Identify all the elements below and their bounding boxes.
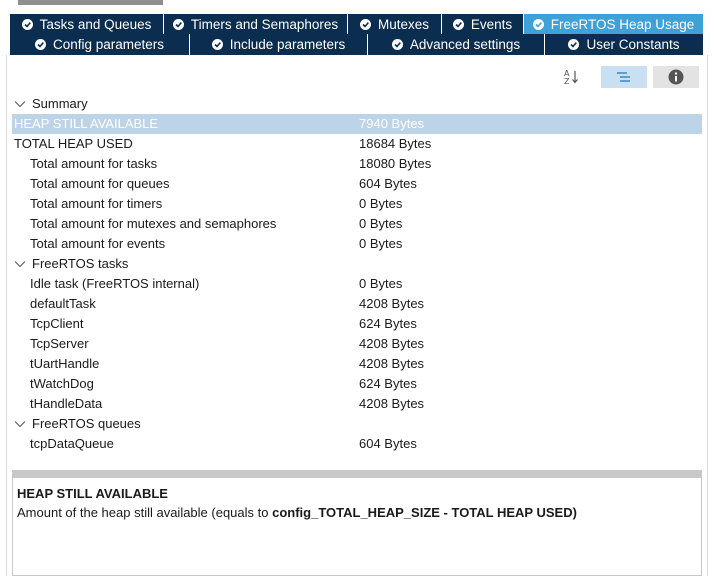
tab-row-1: Tasks and Queues Timers and Semaphores M… (10, 14, 704, 34)
chevron-down-icon[interactable] (14, 259, 26, 269)
check-circle-icon (391, 39, 403, 50)
check-circle-icon (452, 18, 464, 30)
group-label: FreeRTOS queues (32, 416, 141, 431)
tab-mutexes[interactable]: Mutexes (348, 14, 442, 34)
row-name: tWatchDog (30, 376, 94, 391)
row-name: TOTAL HEAP USED (14, 136, 133, 151)
tree-row[interactable]: tHandleData 4208 Bytes (12, 394, 702, 414)
row-name: defaultTask (30, 296, 96, 311)
list-icon (617, 72, 630, 82)
tab-user-constants[interactable]: User Constants (545, 34, 704, 55)
row-value: 0 Bytes (359, 236, 403, 251)
tab-label: User Constants (586, 37, 680, 52)
row-value: 0 Bytes (359, 276, 403, 291)
check-circle-icon (359, 18, 371, 30)
tree-row[interactable]: Total amount for tasks 18080 Bytes (12, 154, 702, 174)
row-value: 4208 Bytes (359, 336, 425, 351)
row-name: TcpServer (30, 336, 89, 351)
row-value: 4208 Bytes (359, 396, 425, 411)
row-value: 0 Bytes (359, 196, 403, 211)
info-button[interactable] (653, 66, 699, 88)
description-formula: config_TOTAL_HEAP_SIZE - TOTAL HEAP USED… (272, 505, 577, 520)
horizontal-scroll-thumb[interactable] (18, 0, 163, 5)
freertos-queues-group[interactable]: FreeRTOS queues (12, 414, 702, 434)
row-value: 18080 Bytes (359, 156, 432, 171)
check-circle-icon (34, 39, 46, 50)
row-name: Total amount for tasks (30, 156, 158, 171)
tab-label: Tasks and Queues (39, 16, 152, 32)
row-name: Idle task (FreeRTOS internal) (30, 276, 200, 291)
tab-freertos-heap-usage[interactable]: FreeRTOS Heap Usage (524, 14, 704, 34)
row-value: 624 Bytes (359, 316, 417, 331)
tab-label: FreeRTOS Heap Usage (550, 16, 695, 32)
tree-row[interactable]: Total amount for timers 0 Bytes (12, 194, 702, 214)
description-prefix: Amount of the heap still available (equa… (17, 505, 273, 520)
group-label: Summary (32, 96, 88, 111)
sort-button[interactable]: A Z (556, 66, 588, 88)
chevron-down-icon[interactable] (14, 419, 26, 429)
sort-az-icon: A Z (564, 69, 578, 85)
freertos-tasks-group[interactable]: FreeRTOS tasks (12, 254, 702, 274)
tree-row[interactable]: TcpServer 4208 Bytes (12, 334, 702, 354)
tree-row[interactable]: Total amount for mutexes and semaphores … (12, 214, 702, 234)
check-circle-icon (172, 18, 184, 30)
tab-include-parameters[interactable]: Include parameters (190, 34, 368, 55)
tab-advanced-settings[interactable]: Advanced settings (368, 34, 545, 55)
check-circle-icon (21, 18, 33, 30)
row-value: 624 Bytes (359, 376, 417, 391)
tree-row[interactable]: tUartHandle 4208 Bytes (12, 354, 702, 374)
row-value: 604 Bytes (359, 176, 417, 191)
tab-config-parameters[interactable]: Config parameters (10, 34, 190, 55)
row-value: 604 Bytes (359, 436, 417, 451)
row-name: HEAP STILL AVAILABLE (14, 116, 159, 131)
tab-row-2: Config parameters Include parameters Adv… (10, 34, 704, 55)
row-value: 7940 Bytes (359, 116, 425, 131)
tree-row[interactable]: tcpDataQueue 604 Bytes (12, 434, 702, 454)
description-title: HEAP STILL AVAILABLE (17, 486, 168, 501)
tab-timers-and-semaphores[interactable]: Timers and Semaphores (164, 14, 348, 34)
tree-row[interactable]: Total amount for queues 604 Bytes (12, 174, 702, 194)
tree-view-button[interactable] (601, 66, 647, 88)
tree-row[interactable]: Idle task (FreeRTOS internal) 0 Bytes (12, 274, 702, 294)
row-value: 0 Bytes (359, 216, 403, 231)
tab-label: Timers and Semaphores (190, 16, 339, 32)
check-circle-icon (532, 18, 544, 30)
row-name: Total amount for events (30, 236, 166, 251)
tab-label: Include parameters (229, 37, 346, 52)
row-name: Total amount for timers (30, 196, 163, 211)
description-panel: HEAP STILL AVAILABLE Amount of the heap … (12, 478, 702, 576)
description-text: Amount of the heap still available (equa… (17, 505, 697, 520)
row-value: 4208 Bytes (359, 356, 425, 371)
tree-row[interactable]: TcpClient 624 Bytes (12, 314, 702, 334)
tree-row[interactable]: defaultTask 4208 Bytes (12, 294, 702, 314)
tree-row[interactable]: tWatchDog 624 Bytes (12, 374, 702, 394)
info-icon (668, 69, 684, 85)
row-name: tHandleData (30, 396, 103, 411)
row-name: Total amount for queues (30, 176, 170, 191)
row-name: Total amount for mutexes and semaphores (30, 216, 277, 231)
summary-group[interactable]: Summary (12, 94, 702, 114)
tab-label: Advanced settings (409, 37, 521, 52)
group-label: FreeRTOS tasks (32, 256, 129, 271)
svg-text:Z: Z (564, 77, 570, 85)
panel-splitter[interactable] (12, 470, 702, 478)
tab-label: Mutexes (377, 16, 430, 32)
tab-label: Events (470, 16, 513, 32)
row-value: 4208 Bytes (359, 296, 425, 311)
tree-row[interactable]: Total amount for events 0 Bytes (12, 234, 702, 254)
tab-tasks-and-queues[interactable]: Tasks and Queues (10, 14, 164, 34)
tab-events[interactable]: Events (442, 14, 524, 34)
row-name: tcpDataQueue (30, 436, 114, 451)
row-name: TcpClient (30, 316, 84, 331)
check-circle-icon (568, 39, 580, 50)
tab-label: Config parameters (52, 37, 165, 52)
row-name: tUartHandle (30, 356, 100, 371)
chevron-down-icon[interactable] (14, 99, 26, 109)
tree-row[interactable]: HEAP STILL AVAILABLE 7940 Bytes (12, 114, 702, 134)
tree-row[interactable]: TOTAL HEAP USED 18684 Bytes (12, 134, 702, 154)
heap-usage-tree: Summary HEAP STILL AVAILABLE 7940 Bytes … (12, 94, 702, 454)
row-value: 18684 Bytes (359, 136, 432, 151)
check-circle-icon (211, 39, 223, 50)
